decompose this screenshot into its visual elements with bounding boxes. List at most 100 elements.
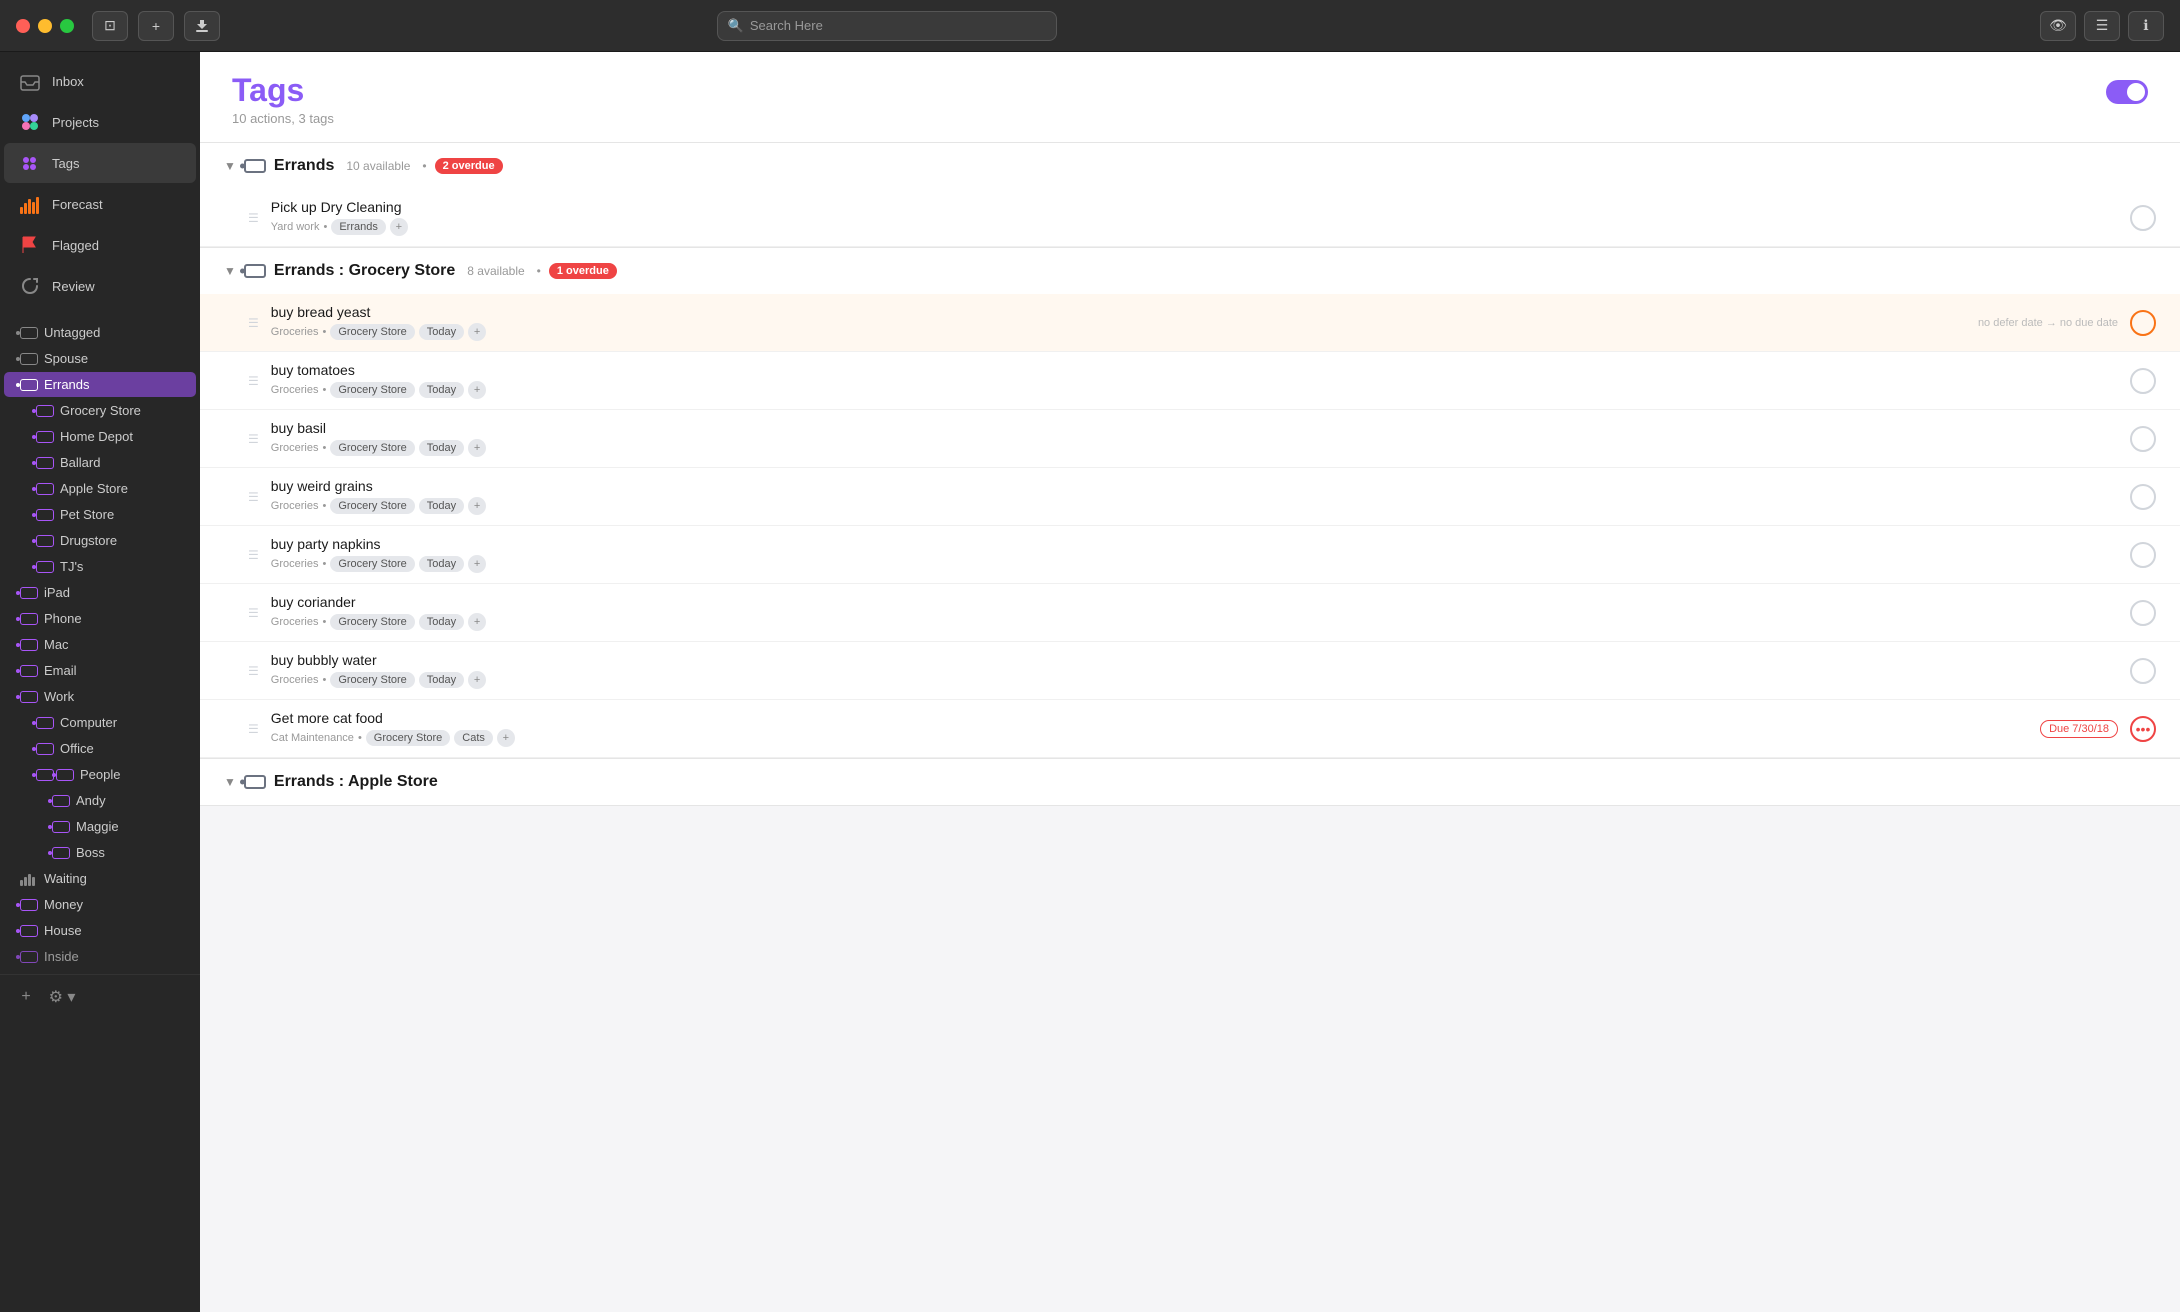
sidebar-item-forecast[interactable]: Forecast	[4, 184, 196, 224]
tomatoes-complete-circle[interactable]	[2130, 368, 2156, 394]
sidebar-item-computer[interactable]: Computer	[4, 710, 196, 735]
sidebar-item-flagged[interactable]: Flagged	[4, 225, 196, 265]
dot: •	[322, 384, 326, 396]
sidebar-item-spouse[interactable]: Spouse	[4, 346, 196, 371]
coriander-complete-circle[interactable]	[2130, 600, 2156, 626]
basil-tag-grocery[interactable]: Grocery Store	[330, 440, 414, 456]
view-button[interactable]: 👁	[2040, 11, 2076, 41]
sidebar-item-andy[interactable]: Andy	[4, 788, 196, 813]
catfood-add-tag[interactable]: +	[497, 729, 515, 747]
sidebar-item-people[interactable]: People	[4, 762, 196, 787]
bread-tag-grocery[interactable]: Grocery Store	[330, 324, 414, 340]
tomatoes-add-tag[interactable]: +	[468, 381, 486, 399]
close-button[interactable]	[16, 19, 30, 33]
add-tag-button[interactable]: +	[12, 983, 40, 1011]
toggle-button[interactable]	[2106, 80, 2148, 104]
sidebar-item-money[interactable]: Money	[4, 892, 196, 917]
apple-chevron[interactable]: ▼	[224, 775, 236, 789]
sidebar-item-review[interactable]: Review	[4, 266, 196, 306]
search-bar[interactable]: 🔍 Search Here	[717, 11, 1057, 41]
people-label: People	[80, 767, 120, 782]
computer-tag-icon	[36, 717, 54, 729]
sidebar-item-untagged[interactable]: Untagged	[4, 320, 196, 345]
apple-section-title: Errands : Apple Store	[274, 773, 438, 791]
sidebar-item-tjs[interactable]: TJ's	[4, 554, 196, 579]
grains-tag-grocery[interactable]: Grocery Store	[330, 498, 414, 514]
sidebar-item-house[interactable]: House	[4, 918, 196, 943]
info-button[interactable]: ℹ	[2128, 11, 2164, 41]
minimize-button[interactable]	[38, 19, 52, 33]
grains-tag-today[interactable]: Today	[419, 498, 464, 514]
water-complete-circle[interactable]	[2130, 658, 2156, 684]
settings-button[interactable]: ⚙ ▾	[48, 983, 76, 1011]
errands-chevron[interactable]: ▼	[224, 159, 236, 173]
catfood-tag-grocery[interactable]: Grocery Store	[366, 730, 450, 746]
search-placeholder: Search Here	[750, 18, 823, 33]
grains-project: Groceries	[271, 500, 319, 512]
grocery-section-title: Errands : Grocery Store	[274, 262, 455, 280]
sidebar-item-grocery-store[interactable]: Grocery Store	[4, 398, 196, 423]
download-button[interactable]	[184, 11, 220, 41]
sidebar-item-tags[interactable]: Tags	[4, 143, 196, 183]
add-button[interactable]: +	[138, 11, 174, 41]
grains-content: buy weird grains Groceries • Grocery Sto…	[271, 478, 2118, 515]
napkins-tag-today[interactable]: Today	[419, 556, 464, 572]
napkins-complete-circle[interactable]	[2130, 542, 2156, 568]
sidebar-item-email[interactable]: Email	[4, 658, 196, 683]
catfood-more-button[interactable]: •••	[2130, 716, 2156, 742]
grains-add-tag[interactable]: +	[468, 497, 486, 515]
coriander-tag-today[interactable]: Today	[419, 614, 464, 630]
basil-complete-circle[interactable]	[2130, 426, 2156, 452]
sidebar-item-apple-store[interactable]: Apple Store	[4, 476, 196, 501]
sidebar-item-maggie[interactable]: Maggie	[4, 814, 196, 839]
bread-add-tag[interactable]: +	[468, 323, 486, 341]
errands-label: Errands	[44, 377, 90, 392]
page-subtitle: 10 actions, 3 tags	[232, 111, 334, 126]
water-tag-today[interactable]: Today	[419, 672, 464, 688]
sidebar-item-work[interactable]: Work	[4, 684, 196, 709]
water-note-icon: ☰	[248, 664, 259, 678]
bread-tag-today[interactable]: Today	[419, 324, 464, 340]
sidebar-item-projects[interactable]: Projects	[4, 102, 196, 142]
sidebar-item-drugstore[interactable]: Drugstore	[4, 528, 196, 553]
sidebar-item-errands[interactable]: Errands	[4, 372, 196, 397]
maximize-button[interactable]	[60, 19, 74, 33]
list-button[interactable]: ☰	[2084, 11, 2120, 41]
basil-tag-today[interactable]: Today	[419, 440, 464, 456]
projects-label: Projects	[52, 115, 184, 130]
water-tag-grocery[interactable]: Grocery Store	[330, 672, 414, 688]
coriander-tag-grocery[interactable]: Grocery Store	[330, 614, 414, 630]
sidebar-item-office[interactable]: Office	[4, 736, 196, 761]
main-layout: Inbox Projects	[0, 52, 2180, 1312]
sidebar-item-phone[interactable]: Phone	[4, 606, 196, 631]
dot: •	[322, 558, 326, 570]
grocery-chevron[interactable]: ▼	[224, 264, 236, 278]
sidebar-item-boss[interactable]: Boss	[4, 840, 196, 865]
sidebar-item-pet-store[interactable]: Pet Store	[4, 502, 196, 527]
sidebar-item-ipad[interactable]: iPad	[4, 580, 196, 605]
tomatoes-tag-today[interactable]: Today	[419, 382, 464, 398]
task-complete-circle[interactable]	[2130, 205, 2156, 231]
sidebar-item-inbox[interactable]: Inbox	[4, 61, 196, 101]
napkins-add-tag[interactable]: +	[468, 555, 486, 573]
task-tag-errands[interactable]: Errands	[331, 219, 386, 235]
email-label: Email	[44, 663, 77, 678]
basil-add-tag[interactable]: +	[468, 439, 486, 457]
sidebar-item-inside[interactable]: Inside	[4, 944, 196, 969]
sidebar-item-home-depot[interactable]: Home Depot	[4, 424, 196, 449]
task-add-tag[interactable]: +	[390, 218, 408, 236]
basil-content: buy basil Groceries • Grocery Store Toda…	[271, 420, 2118, 457]
napkins-tag-grocery[interactable]: Grocery Store	[330, 556, 414, 572]
sidebar-toggle-button[interactable]: ⊡	[92, 11, 128, 41]
bread-complete-circle[interactable]	[2130, 310, 2156, 336]
water-add-tag[interactable]: +	[468, 671, 486, 689]
sidebar-item-waiting[interactable]: Waiting	[4, 866, 196, 891]
catfood-tag-cats[interactable]: Cats	[454, 730, 493, 746]
coriander-add-tag[interactable]: +	[468, 613, 486, 631]
sidebar-item-ballard[interactable]: Ballard	[4, 450, 196, 475]
grains-complete-circle[interactable]	[2130, 484, 2156, 510]
sidebar-item-mac[interactable]: Mac	[4, 632, 196, 657]
bread-note-icon: ☰	[248, 316, 259, 330]
tomatoes-tag-grocery[interactable]: Grocery Store	[330, 382, 414, 398]
house-label: House	[44, 923, 82, 938]
